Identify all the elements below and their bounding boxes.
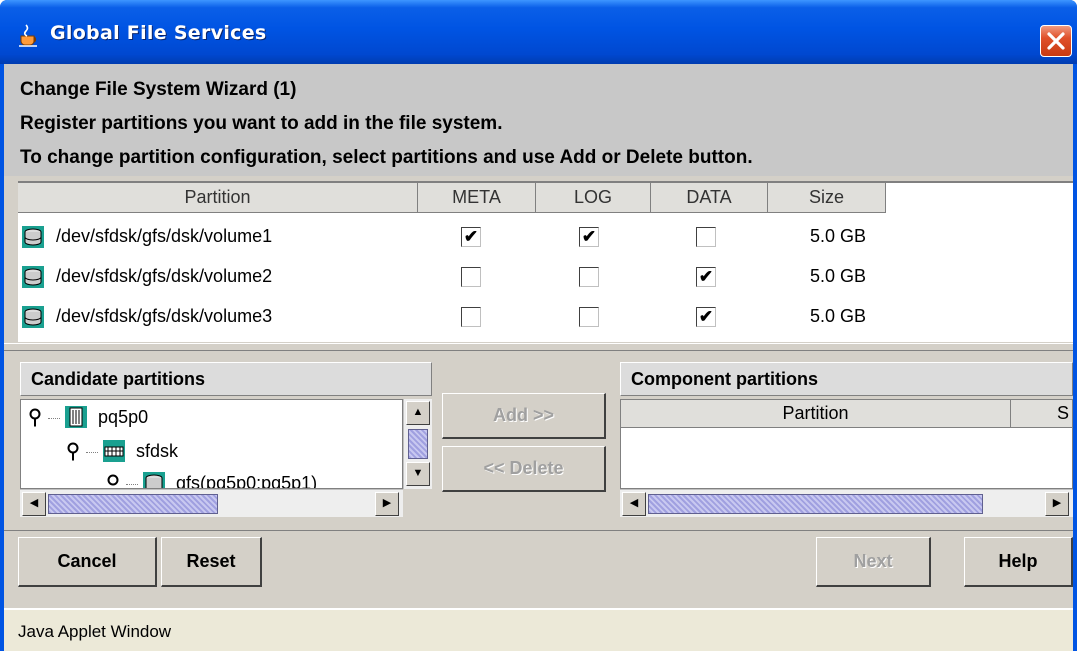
wizard-instruction-1: Register partitions you want to add in t… bbox=[20, 113, 503, 134]
scroll-thumb[interactable] bbox=[408, 429, 428, 459]
scroll-left-button[interactable]: ◀ bbox=[622, 492, 646, 516]
scroll-thumb[interactable] bbox=[648, 494, 983, 514]
tree-label: sfdsk bbox=[136, 441, 179, 461]
log-checkbox[interactable]: ✔ bbox=[579, 227, 599, 247]
col-log[interactable]: LOG bbox=[536, 183, 651, 213]
scroll-down-button[interactable]: ▼ bbox=[406, 462, 430, 486]
table-row[interactable]: /dev/sfdsk/gfs/dsk/volume3 ✔ 5.0 GB bbox=[18, 296, 886, 336]
tree-node-sfdsk[interactable]: sfdsk bbox=[65, 438, 178, 464]
col-meta[interactable]: META bbox=[418, 183, 536, 213]
data-checkbox[interactable] bbox=[696, 227, 716, 247]
table-row[interactable]: /dev/sfdsk/gfs/dsk/volume2 ✔ 5.0 GB bbox=[18, 256, 886, 296]
expand-handle-icon bbox=[29, 408, 41, 427]
client-area: Change File System Wizard (1) Register p… bbox=[4, 64, 1073, 651]
col-size[interactable]: Size bbox=[768, 183, 886, 213]
meta-checkbox[interactable] bbox=[461, 307, 481, 327]
partition-size: 5.0 GB bbox=[810, 306, 867, 326]
tree-label: pq5p0 bbox=[98, 407, 149, 427]
app-window: Global File Services Change File System … bbox=[0, 0, 1077, 651]
java-cup-icon bbox=[19, 24, 37, 47]
next-button[interactable]: Next bbox=[816, 537, 931, 587]
candidate-vscroll[interactable]: ▲ ▼ bbox=[403, 399, 432, 489]
candidate-tree[interactable]: pq5p0 sfdsk gfs(pq5p0:pq5p1) bbox=[20, 399, 403, 489]
scroll-right-button[interactable]: ▶ bbox=[1045, 492, 1069, 516]
status-bar: Java Applet Window bbox=[4, 608, 1073, 651]
disk-icon bbox=[22, 306, 44, 328]
partition-name: /dev/sfdsk/gfs/dsk/volume3 bbox=[56, 306, 273, 326]
data-checkbox[interactable]: ✔ bbox=[696, 307, 716, 327]
scroll-thumb[interactable] bbox=[48, 494, 218, 514]
component-col-partition[interactable]: Partition bbox=[621, 400, 1011, 428]
wizard-header: Change File System Wizard (1) Register p… bbox=[4, 64, 1073, 176]
wizard-instruction-2: To change partition configuration, selec… bbox=[20, 147, 753, 168]
disk-class-icon bbox=[103, 440, 126, 462]
scroll-up-button[interactable]: ▲ bbox=[406, 401, 430, 425]
collapse-handle-icon bbox=[107, 474, 119, 486]
log-checkbox[interactable] bbox=[579, 307, 599, 327]
close-button[interactable] bbox=[1040, 25, 1072, 57]
wizard-title: Change File System Wizard (1) bbox=[20, 79, 297, 100]
col-partition[interactable]: Partition bbox=[18, 183, 418, 213]
delete-button[interactable]: << Delete bbox=[442, 446, 606, 492]
server-icon bbox=[65, 406, 88, 428]
log-checkbox[interactable] bbox=[579, 267, 599, 287]
partition-name: /dev/sfdsk/gfs/dsk/volume2 bbox=[56, 266, 273, 286]
component-col-size[interactable]: S bbox=[1011, 400, 1072, 428]
close-icon bbox=[1047, 32, 1065, 50]
disk-icon bbox=[143, 472, 166, 488]
component-partitions-header: Component partitions bbox=[620, 362, 1073, 396]
scroll-right-button[interactable]: ▶ bbox=[375, 492, 399, 516]
candidate-hscroll[interactable]: ◀ ▶ bbox=[20, 489, 403, 517]
partition-size: 5.0 GB bbox=[810, 266, 867, 286]
component-hscroll[interactable]: ◀ ▶ bbox=[620, 489, 1073, 517]
scroll-left-button[interactable]: ◀ bbox=[22, 492, 46, 516]
disk-icon bbox=[22, 226, 44, 248]
meta-checkbox[interactable]: ✔ bbox=[461, 227, 481, 247]
window-title: Global File Services bbox=[50, 22, 267, 44]
split-divider[interactable] bbox=[4, 343, 1073, 351]
tree-node-pq5p0[interactable]: pq5p0 bbox=[27, 404, 148, 430]
table-row[interactable]: /dev/sfdsk/gfs/dsk/volume1 ✔ ✔ 5.0 GB bbox=[18, 216, 886, 256]
cancel-button[interactable]: Cancel bbox=[18, 537, 157, 587]
col-data[interactable]: DATA bbox=[651, 183, 768, 213]
partition-table: Partition META LOG DATA Size /dev/sfdsk/… bbox=[18, 181, 1073, 342]
component-table[interactable]: Partition S bbox=[620, 399, 1073, 489]
disk-icon bbox=[22, 266, 44, 288]
partition-size: 5.0 GB bbox=[810, 226, 867, 246]
reset-button[interactable]: Reset bbox=[161, 537, 262, 587]
add-button[interactable]: Add >> bbox=[442, 393, 606, 439]
tree-node-gfs[interactable]: gfs(pq5p0:pq5p1) bbox=[105, 470, 318, 489]
partition-name: /dev/sfdsk/gfs/dsk/volume1 bbox=[56, 226, 273, 246]
data-checkbox[interactable]: ✔ bbox=[696, 267, 716, 287]
meta-checkbox[interactable] bbox=[461, 267, 481, 287]
divider bbox=[4, 530, 1073, 531]
title-bar[interactable]: Global File Services bbox=[0, 0, 1077, 64]
candidate-partitions-header: Candidate partitions bbox=[20, 362, 432, 396]
help-button[interactable]: Help bbox=[964, 537, 1073, 587]
status-text: Java Applet Window bbox=[18, 622, 172, 641]
tree-label: gfs(pq5p0:pq5p1) bbox=[176, 473, 318, 489]
expand-handle-icon bbox=[67, 442, 79, 461]
